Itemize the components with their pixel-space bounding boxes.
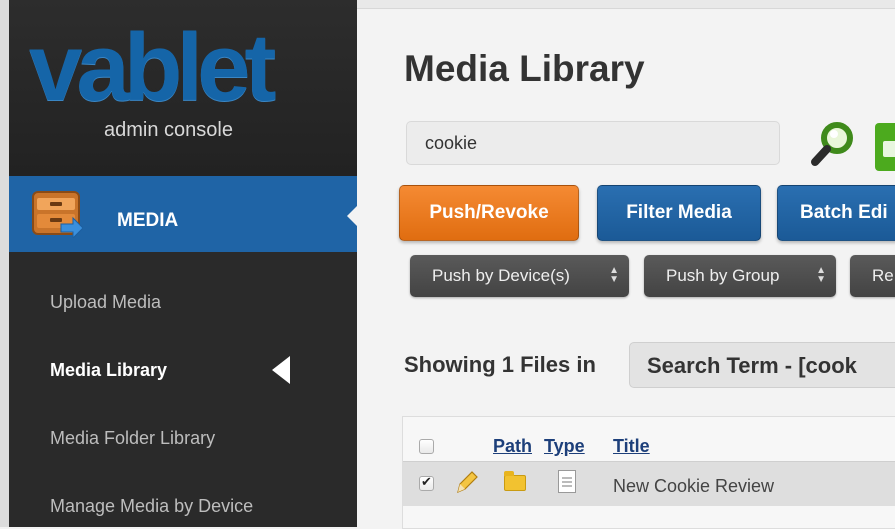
sidebar-section-media[interactable]: MEDIA — [9, 176, 357, 252]
push-revoke-button[interactable]: Push/Revoke — [399, 185, 579, 241]
brand-subtitle: admin console — [104, 119, 233, 141]
vablet-logo[interactable]: vablet — [29, 18, 276, 118]
media-table: Path Type Title New Cookie Review — [402, 416, 895, 529]
sidebar-item-manage-media-by-device[interactable]: Manage Media by Device — [50, 496, 253, 517]
brand-header: vablet admin console — [9, 0, 357, 176]
section-notch — [347, 206, 357, 226]
folder-icon — [504, 471, 526, 491]
main-content: Media Library Push/Revoke Filter Media B… — [357, 8, 895, 529]
push-by-device-label: Push by Device(s) — [432, 266, 570, 285]
table-row[interactable]: New Cookie Review — [403, 461, 895, 506]
push-by-group-select[interactable]: Push by Group ▲ ▼ — [644, 255, 836, 297]
push-by-device-select[interactable]: Push by Device(s) ▲ ▼ — [410, 255, 629, 297]
page-title: Media Library — [404, 48, 645, 89]
search-input[interactable] — [406, 121, 780, 165]
edit-pencil-icon[interactable] — [454, 470, 478, 496]
batch-edit-button[interactable]: Batch Edi — [777, 185, 895, 241]
search-term-select[interactable]: Search Term - [cook — [629, 342, 895, 388]
sidebar-item-upload-media[interactable]: Upload Media — [50, 292, 161, 313]
save-icon[interactable] — [875, 123, 895, 171]
row-title[interactable]: New Cookie Review — [613, 476, 774, 497]
select-caret-icon: ▲ ▼ — [816, 265, 826, 285]
third-select-label: Re — [872, 266, 894, 285]
column-title[interactable]: Title — [613, 436, 650, 457]
left-edge — [0, 0, 9, 527]
push-by-group-label: Push by Group — [666, 266, 780, 285]
search-icon[interactable] — [810, 120, 856, 168]
sidebar-item-media-folder-library[interactable]: Media Folder Library — [50, 428, 215, 449]
column-path[interactable]: Path — [493, 436, 532, 457]
sidebar-item-media-library[interactable]: Media Library — [50, 360, 167, 381]
sidebar-section-label: MEDIA — [117, 210, 179, 231]
select-caret-icon: ▲ ▼ — [609, 265, 619, 285]
media-cabinet-icon — [32, 191, 83, 238]
column-type[interactable]: Type — [544, 436, 585, 457]
active-indicator-arrow — [272, 356, 290, 384]
filter-media-button[interactable]: Filter Media — [597, 185, 761, 241]
document-icon — [558, 470, 576, 493]
sidebar: vablet admin console MEDIA Upload Media … — [9, 0, 357, 527]
row-checkbox[interactable] — [419, 474, 434, 491]
table-header: Path Type Title — [403, 417, 895, 461]
showing-count: Showing 1 Files in — [404, 352, 596, 377]
select-all-checkbox[interactable] — [419, 439, 434, 454]
third-select[interactable]: Re — [850, 255, 895, 297]
